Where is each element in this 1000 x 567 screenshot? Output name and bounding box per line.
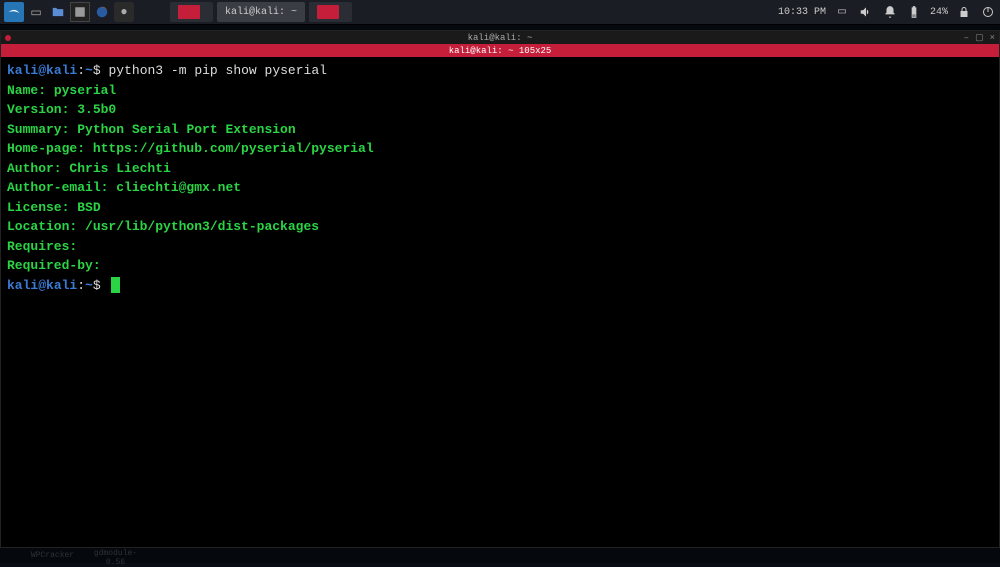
- desktop-icon-label: WPCracker: [25, 551, 80, 560]
- minimize-icon[interactable]: –: [964, 33, 969, 43]
- command-line: kali@kali:~$ python3 -m pip show pyseria…: [7, 61, 993, 81]
- output-line: Version: 3.5b0: [7, 100, 993, 120]
- prompt-host: kali: [46, 63, 77, 78]
- output-key: Location:: [7, 219, 77, 234]
- output-line: Requires:: [7, 237, 993, 257]
- task-label: kali@kali: ~: [225, 7, 297, 18]
- output-key: Name:: [7, 83, 46, 98]
- workspace-icon[interactable]: ▭: [26, 2, 46, 22]
- output-line: License: BSD: [7, 198, 993, 218]
- close-window-icon[interactable]: ×: [990, 33, 995, 43]
- taskbar-task[interactable]: [309, 2, 352, 22]
- files-icon[interactable]: [48, 2, 68, 22]
- output-key: Required-by:: [7, 258, 101, 273]
- prompt-line: kali@kali:~$: [7, 276, 993, 296]
- output-line: Summary: Python Serial Port Extension: [7, 120, 993, 140]
- output-line: Author: Chris Liechti: [7, 159, 993, 179]
- output-key: Author-email:: [7, 180, 108, 195]
- output-key: Version:: [7, 102, 69, 117]
- output-line: Home-page: https://github.com/pyserial/p…: [7, 139, 993, 159]
- lock-icon[interactable]: [956, 4, 972, 20]
- display-icon[interactable]: ▭: [834, 4, 850, 20]
- terminal-tabbar[interactable]: kali@kali: ~ 105x25: [1, 44, 999, 57]
- output-key: Requires:: [7, 239, 77, 254]
- terminal-title: kali@kali: ~: [468, 33, 533, 43]
- output-key: Summary:: [7, 122, 69, 137]
- output-line: Name: pyserial: [7, 81, 993, 101]
- taskbar-tasks: kali@kali: ~: [166, 2, 352, 22]
- output-value: pyserial: [46, 83, 116, 98]
- output-value: Python Serial Port Extension: [69, 122, 295, 137]
- terminal-icon[interactable]: [70, 2, 90, 22]
- taskbar-task[interactable]: [170, 2, 213, 22]
- notifications-icon[interactable]: [882, 4, 898, 20]
- prompt-user: kali: [7, 63, 38, 78]
- terminal-window: kali@kali: ~ – ▢ × kali@kali: ~ 105x25 k…: [0, 30, 1000, 548]
- output-value: cliechti@gmx.net: [108, 180, 241, 195]
- output-value: https://github.com/pyserial/pyserial: [85, 141, 374, 156]
- prompt-symbol: $: [93, 63, 101, 78]
- command-text: python3 -m pip show pyserial: [109, 63, 327, 78]
- terminal-titlebar[interactable]: kali@kali: ~ – ▢ ×: [1, 31, 999, 44]
- maximize-icon[interactable]: ▢: [975, 33, 984, 43]
- terminal-tab: kali@kali: ~ 105x25: [449, 46, 552, 56]
- window-controls: – ▢ ×: [964, 33, 995, 43]
- firefox-icon[interactable]: [92, 2, 112, 22]
- clock: 10:33 PM: [778, 7, 826, 18]
- taskbar-right: 10:33 PM ▭ 24%: [778, 4, 996, 20]
- cursor: [111, 277, 120, 293]
- taskbar-left: ▭ ● kali@kali: ~: [4, 2, 352, 22]
- terminal-body[interactable]: kali@kali:~$ python3 -m pip show pyseria…: [1, 57, 999, 547]
- output-value: 3.5b0: [69, 102, 116, 117]
- close-icon[interactable]: [5, 35, 11, 41]
- output-key: Home-page:: [7, 141, 85, 156]
- app-icon[interactable]: ●: [114, 2, 134, 22]
- taskbar: ▭ ● kali@kali: ~ 10:33 PM ▭ 24%: [0, 0, 1000, 25]
- prompt-path: ~: [85, 63, 93, 78]
- taskbar-task[interactable]: kali@kali: ~: [217, 2, 305, 22]
- battery-icon[interactable]: [906, 4, 922, 20]
- desktop-icon-label: gdmodule-0.56: [88, 549, 143, 567]
- volume-icon[interactable]: [858, 4, 874, 20]
- power-icon[interactable]: [980, 4, 996, 20]
- output-line: Location: /usr/lib/python3/dist-packages: [7, 217, 993, 237]
- output-line: Author-email: cliechti@gmx.net: [7, 178, 993, 198]
- output-value: /usr/lib/python3/dist-packages: [77, 219, 319, 234]
- battery-percent: 24%: [930, 7, 948, 18]
- output-value: BSD: [69, 200, 100, 215]
- kali-menu-icon[interactable]: [4, 2, 24, 22]
- output-line: Required-by:: [7, 256, 993, 276]
- output-key: License:: [7, 200, 69, 215]
- output-key: Author:: [7, 161, 62, 176]
- output-value: Chris Liechti: [62, 161, 171, 176]
